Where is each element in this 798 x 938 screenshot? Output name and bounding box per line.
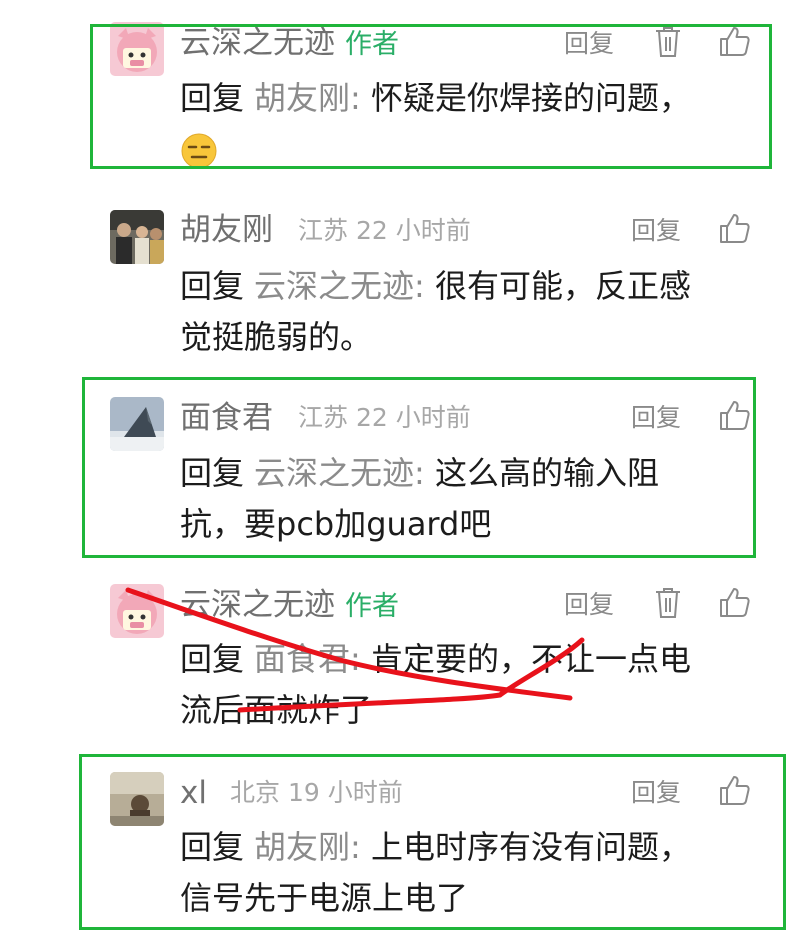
comment-body: 回复 云深之无迹: 很有可能，反正感 觉挺脆弱的。	[180, 267, 691, 356]
trash-icon[interactable]	[654, 587, 682, 623]
commenter-name[interactable]: 云深之无迹 作者	[180, 590, 399, 621]
reply-target[interactable]: 云深之无迹	[254, 267, 414, 305]
avatar-photo[interactable]	[110, 210, 164, 264]
highlight-box	[82, 377, 756, 558]
reply-button[interactable]: 回复	[564, 592, 614, 617]
thumbs-up-icon[interactable]	[719, 586, 751, 622]
highlight-box	[90, 24, 772, 169]
avatar-pig[interactable]	[110, 584, 164, 638]
thumbs-up-icon[interactable]	[719, 212, 751, 248]
highlight-box	[79, 754, 786, 930]
location-time: 江苏 22 小时前	[298, 216, 471, 245]
reply-button[interactable]: 回复	[631, 218, 681, 243]
commenter-name[interactable]: 胡友刚	[180, 215, 273, 246]
reply-target[interactable]: 面食君	[254, 640, 350, 678]
comment-body: 回复 面食君: 肯定要的，不让一点电 流后面就炸了	[180, 640, 691, 729]
author-tag: 作者	[345, 591, 399, 622]
